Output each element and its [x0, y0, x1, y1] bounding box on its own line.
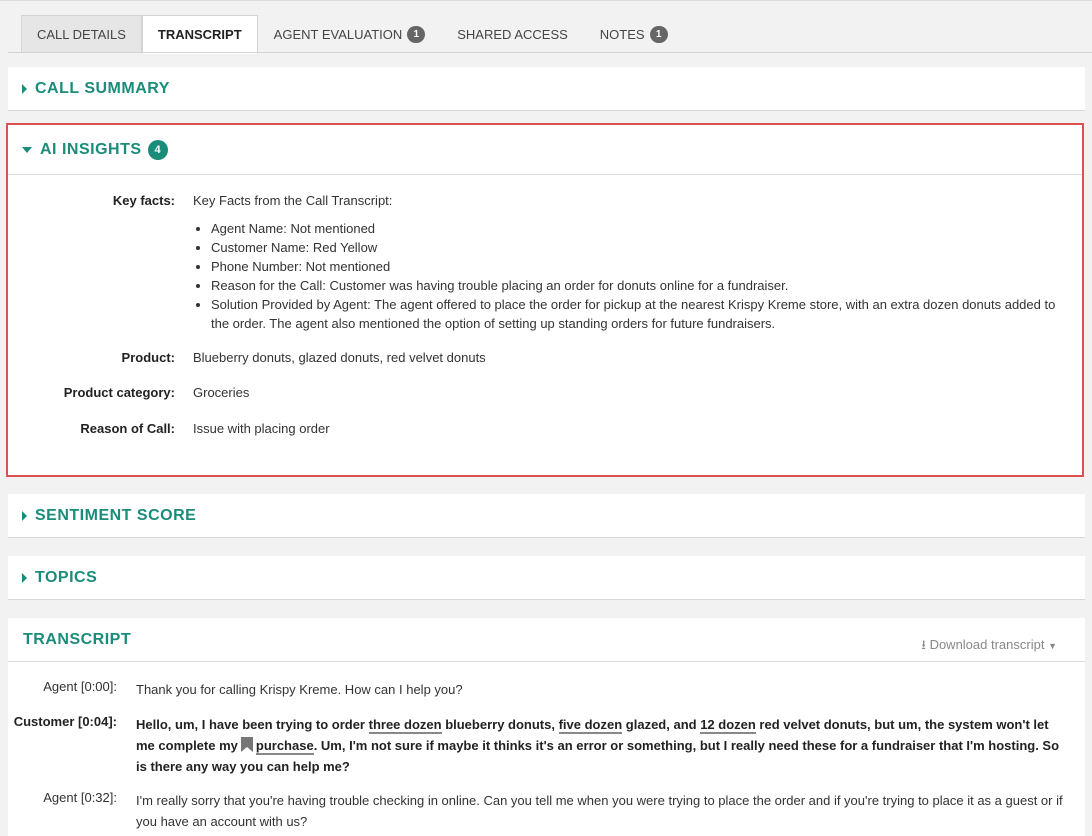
transcript-line: Customer [0:04]: Hello, um, I have been … — [8, 714, 1085, 777]
key-facts-label: Key facts: — [112, 193, 175, 208]
list-item: Solution Provided by Agent: The agent of… — [211, 295, 1062, 333]
bookmark-icon[interactable] — [240, 737, 253, 752]
text-segment: glazed, and — [622, 717, 701, 732]
panel-title: SENTIMENT SCORE — [35, 507, 197, 524]
utterance-text: I'm really sorry that you're having trou… — [136, 793, 1063, 829]
utterance-text: Hello, um, I have been trying to order t… — [136, 714, 1085, 777]
tab-agent-evaluation[interactable]: AGENT EVALUATION 1 — [258, 15, 442, 53]
key-facts-value: Key Facts from the Call Transcript: Agen… — [193, 193, 1082, 333]
text-segment: blueberry donuts, — [441, 717, 559, 732]
caret-down-icon — [22, 146, 32, 153]
download-label: Download transcript — [929, 637, 1045, 652]
call-summary-header[interactable]: CALL SUMMARY — [8, 67, 1085, 111]
utterance-text: Thank you for calling Krispy Kreme. How … — [136, 682, 463, 697]
reason-label: Reason of Call: — [80, 421, 175, 436]
insights-count-badge: 4 — [147, 139, 168, 160]
chevron-down-icon: ▼ — [1048, 641, 1057, 651]
topics-panel: TOPICS — [8, 556, 1085, 600]
download-icon: ⭳ — [921, 637, 926, 652]
list-item: Reason for the Call: Customer was having… — [211, 276, 1062, 295]
tab-label: CALL DETAILS — [37, 27, 126, 42]
keyword-highlight[interactable]: purchase — [255, 738, 314, 755]
panel-title: TOPICS — [35, 569, 98, 586]
top-divider — [0, 0, 1092, 3]
tab-bar: CALL DETAILS TRANSCRIPT AGENT EVALUATION… — [21, 15, 684, 54]
sentiment-score-panel: SENTIMENT SCORE — [8, 494, 1085, 538]
transcript-divider — [8, 661, 1085, 662]
product-label: Product: — [121, 350, 175, 365]
tab-shared-access[interactable]: SHARED ACCESS — [441, 15, 584, 53]
caret-right-icon — [22, 573, 27, 583]
count-badge: 1 — [407, 25, 426, 43]
keyword-highlight[interactable]: 12 dozen — [700, 717, 756, 734]
panel-title: TRANSCRIPT — [23, 631, 132, 648]
count-badge: 1 — [649, 25, 668, 43]
tab-call-details[interactable]: CALL DETAILS — [21, 15, 142, 53]
sentiment-score-header[interactable]: SENTIMENT SCORE — [8, 494, 1085, 538]
transcript-line: Agent [0:32]: I'm really sorry that you'… — [8, 790, 1085, 832]
product-category-value: Groceries — [193, 385, 250, 400]
ai-insights-header[interactable]: AI INSIGHTS 4 — [8, 125, 1082, 175]
caret-right-icon — [22, 511, 27, 521]
speaker-label: Agent [0:00]: — [43, 679, 117, 694]
product-value: Blueberry donuts, glazed donuts, red vel… — [193, 350, 486, 365]
keyword-highlight[interactable]: three dozen — [368, 717, 442, 734]
product-category-label: Product category: — [63, 385, 175, 400]
speaker-label: Agent [0:32]: — [43, 790, 117, 805]
tab-divider — [8, 52, 1092, 53]
tab-transcript[interactable]: TRANSCRIPT — [141, 15, 258, 54]
topics-header[interactable]: TOPICS — [8, 556, 1085, 600]
tab-label: TRANSCRIPT — [157, 27, 242, 42]
ai-insights-panel: AI INSIGHTS 4 Key facts: Key Facts from … — [6, 123, 1084, 477]
call-summary-panel: CALL SUMMARY — [8, 67, 1085, 111]
keyword-highlight[interactable]: five dozen — [558, 717, 623, 734]
tab-notes[interactable]: NOTES 1 — [584, 15, 684, 53]
transcript-panel: TRANSCRIPT ⭳ Download transcript ▼ Agent… — [8, 618, 1085, 836]
tab-label: AGENT EVALUATION — [273, 26, 403, 42]
text-segment: Hello, um, I have been trying to order — [136, 717, 369, 732]
caret-right-icon — [22, 84, 27, 94]
transcript-line: Agent [0:00]: Thank you for calling Kris… — [8, 679, 1085, 700]
panel-title: CALL SUMMARY — [35, 80, 170, 97]
list-item: Phone Number: Not mentioned — [211, 257, 1062, 276]
list-item: Customer Name: Red Yellow — [211, 238, 1062, 257]
tab-label: SHARED ACCESS — [457, 26, 568, 42]
speaker-label: Customer [0:04]: — [13, 714, 117, 729]
panel-title: AI INSIGHTS — [40, 140, 142, 158]
reason-value: Issue with placing order — [193, 421, 330, 436]
key-facts-list: Agent Name: Not mentioned Customer Name:… — [211, 219, 1062, 333]
list-item: Agent Name: Not mentioned — [211, 219, 1062, 238]
key-facts-intro: Key Facts from the Call Transcript: — [193, 193, 393, 208]
download-transcript-button[interactable]: ⭳ Download transcript ▼ — [921, 636, 1057, 658]
tab-label: NOTES — [599, 26, 645, 42]
